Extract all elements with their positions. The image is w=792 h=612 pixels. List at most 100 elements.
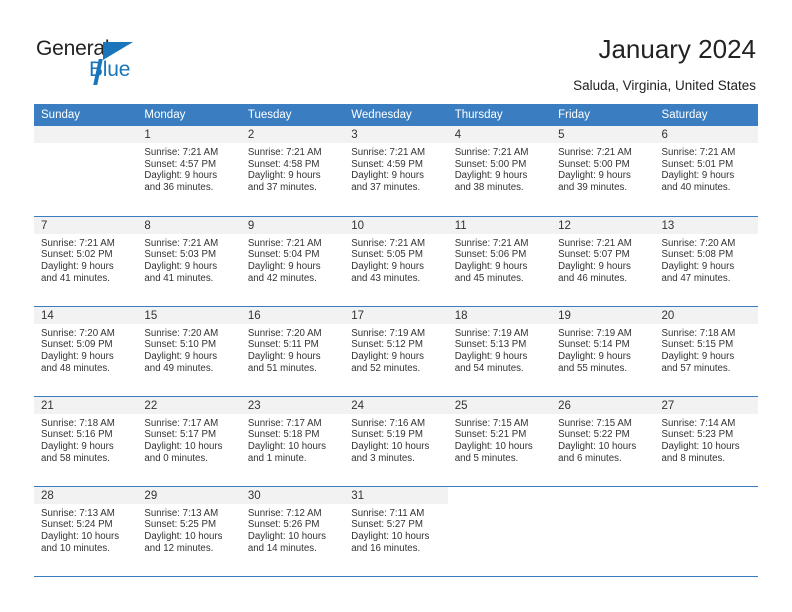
general-blue-logo: General Blue xyxy=(36,37,156,85)
sunrise-text: Sunrise: 7:21 AM xyxy=(247,147,322,158)
daylight-text-line1: Daylight: 9 hours xyxy=(351,260,424,272)
daylight-text-line2: and 40 minutes. xyxy=(661,182,731,194)
day-cell-details: Sunrise: 7:13 AM Sunset: 5:24 PM Daylight:… xyxy=(34,504,137,555)
calendar-day-cell[interactable]: 3 Sunrise: 7:21 AM Sunset: 4:59 PM Daylight… xyxy=(344,126,448,216)
sunset-text: Sunset: 5:19 PM xyxy=(351,429,423,441)
sunrise-text: Sunrise: 7:20 AM xyxy=(41,327,115,339)
daylight-text-line2: and 41 minutes. xyxy=(144,272,214,284)
day-cell-details: Sunrise: 7:21 AM Sunset: 5:01 PM Daylight:… xyxy=(655,143,758,194)
day-number: 26 xyxy=(551,396,655,414)
day-cell-details: Sunrise: 7:20 AM Sunset: 5:11 PM Daylight:… xyxy=(241,324,344,375)
sunrise-text: Sunrise: 7:15 AM xyxy=(558,417,632,429)
day-number: 21 xyxy=(34,396,138,414)
sunset-text: Sunset: 5:02 PM xyxy=(41,249,113,261)
day-number: 29 xyxy=(137,486,241,504)
day-number xyxy=(654,486,758,504)
calendar-day-cell[interactable]: 9 Sunrise: 7:21 AM Sunset: 5:04 PM Daylight… xyxy=(240,215,345,306)
day-cell-inner xyxy=(551,486,655,576)
calendar-day-cell[interactable]: 23 Sunrise: 7:17 AM Sunset: 5:18 PM Dayligh… xyxy=(240,395,345,486)
daylight-text-line2: and 38 minutes. xyxy=(454,182,524,194)
daylight-text-line2: and 42 minutes. xyxy=(247,272,317,284)
day-cell-details: Sunrise: 7:21 AM Sunset: 5:02 PM Daylight:… xyxy=(34,234,137,285)
day-cell-details: Sunrise: 7:21 AM Sunset: 5:00 PM Daylight:… xyxy=(448,143,551,194)
calendar-day-cell[interactable]: 10 Sunrise: 7:21 AM Sunset: 5:05 PM Dayligh… xyxy=(344,215,448,306)
calendar-day-cell[interactable]: 5 Sunrise: 7:21 AM Sunset: 5:00 PM Daylight… xyxy=(551,126,655,216)
day-cell-details: Sunrise: 7:19 AM Sunset: 5:14 PM Daylight:… xyxy=(551,324,654,375)
location-subtitle: Saluda, Virginia, United States xyxy=(573,78,756,93)
calendar-day-cell[interactable]: 19 Sunrise: 7:19 AM Sunset: 5:14 PM Dayligh… xyxy=(551,305,655,396)
sunset-text: Sunset: 5:25 PM xyxy=(144,519,217,531)
sunset-text: Sunset: 4:57 PM xyxy=(144,158,217,170)
day-cell-inner: 4 Sunrise: 7:21 AM Sunset: 5:00 PM Daylight… xyxy=(447,126,552,216)
calendar-day-cell[interactable]: 13 Sunrise: 7:20 AM Sunset: 5:08 PM Dayligh… xyxy=(654,215,758,306)
daylight-text-line1: Daylight: 9 hours xyxy=(144,260,218,272)
calendar-day-cell[interactable]: 27 Sunrise: 7:14 AM Sunset: 5:23 PM Dayligh… xyxy=(654,395,758,486)
calendar-day-cell[interactable]: 24 Sunrise: 7:16 AM Sunset: 5:19 PM Dayligh… xyxy=(344,395,448,486)
day-cell-details: Sunrise: 7:14 AM Sunset: 5:23 PM Daylight:… xyxy=(655,414,758,465)
sunset-text: Sunset: 5:13 PM xyxy=(454,339,527,351)
calendar-day-cell[interactable]: 21 Sunrise: 7:18 AM Sunset: 5:16 PM Dayligh… xyxy=(34,395,138,486)
calendar-day-cell[interactable]: 11 Sunrise: 7:21 AM Sunset: 5:06 PM Dayligh… xyxy=(447,215,552,306)
calendar-day-cell[interactable]: 18 Sunrise: 7:19 AM Sunset: 5:13 PM Dayligh… xyxy=(447,305,552,396)
day-cell-details: Sunrise: 7:19 AM Sunset: 5:12 PM Daylight:… xyxy=(344,324,447,375)
weekday-header-tuesday: Tuesday xyxy=(240,104,345,126)
day-number: 1 xyxy=(137,126,241,143)
day-cell-inner: 3 Sunrise: 7:21 AM Sunset: 4:59 PM Daylight… xyxy=(344,126,448,216)
sunset-text: Sunset: 5:03 PM xyxy=(144,249,217,261)
daylight-text-line1: Daylight: 9 hours xyxy=(454,350,528,362)
sunrise-text: Sunrise: 7:20 AM xyxy=(661,237,736,249)
weekday-header-friday: Friday xyxy=(551,104,655,126)
day-number: 30 xyxy=(240,486,345,504)
sunrise-text: Sunrise: 7:21 AM xyxy=(661,147,736,158)
day-number: 19 xyxy=(551,306,655,324)
sunset-text: Sunset: 5:16 PM xyxy=(41,429,113,441)
sunrise-text: Sunrise: 7:11 AM xyxy=(351,507,425,519)
calendar-week-row: 7 Sunrise: 7:21 AM Sunset: 5:02 PM Daylight… xyxy=(34,215,758,306)
calendar-day-cell[interactable]: 31 Sunrise: 7:11 AM Sunset: 5:27 PM Dayligh… xyxy=(344,485,448,577)
sunrise-text: Sunrise: 7:13 AM xyxy=(144,507,219,519)
daylight-text-line1: Daylight: 9 hours xyxy=(247,350,321,362)
sunrise-text: Sunrise: 7:21 AM xyxy=(454,237,529,249)
day-cell-inner: 7 Sunrise: 7:21 AM Sunset: 5:02 PM Daylight… xyxy=(34,216,138,306)
daylight-text-line2: and 43 minutes. xyxy=(351,272,421,284)
sunset-text: Sunset: 5:05 PM xyxy=(351,249,423,261)
calendar-day-cell[interactable]: 22 Sunrise: 7:17 AM Sunset: 5:17 PM Dayligh… xyxy=(137,395,241,486)
calendar-day-cell[interactable]: 2 Sunrise: 7:21 AM Sunset: 4:58 PM Daylight… xyxy=(240,126,345,216)
daylight-text-line1: Daylight: 9 hours xyxy=(558,260,631,272)
calendar-day-cell[interactable]: 15 Sunrise: 7:20 AM Sunset: 5:10 PM Dayligh… xyxy=(137,305,241,396)
calendar-day-cell[interactable]: 6 Sunrise: 7:21 AM Sunset: 5:01 PM Daylight… xyxy=(654,126,758,216)
daylight-text-line2: and 51 minutes. xyxy=(247,362,317,374)
sunset-text: Sunset: 5:10 PM xyxy=(144,339,217,351)
calendar-day-cell[interactable]: 12 Sunrise: 7:21 AM Sunset: 5:07 PM Dayligh… xyxy=(551,215,655,306)
sunset-text: Sunset: 5:23 PM xyxy=(661,429,734,441)
calendar-day-cell[interactable]: 7 Sunrise: 7:21 AM Sunset: 5:02 PM Daylight… xyxy=(34,215,138,306)
calendar-day-cell[interactable]: 17 Sunrise: 7:19 AM Sunset: 5:12 PM Dayligh… xyxy=(344,305,448,396)
daylight-text-line2: and 6 minutes. xyxy=(558,452,622,464)
calendar-day-cell[interactable]: 1 Sunrise: 7:21 AM Sunset: 4:57 PM Daylight… xyxy=(137,126,241,216)
sunset-text: Sunset: 5:08 PM xyxy=(661,249,734,261)
month-calendar-table: Sunday Monday Tuesday Wednesday Thursday… xyxy=(34,104,758,577)
calendar-day-cell[interactable]: 14 Sunrise: 7:20 AM Sunset: 5:09 PM Dayligh… xyxy=(34,305,138,396)
day-cell-inner: 6 Sunrise: 7:21 AM Sunset: 5:01 PM Daylight… xyxy=(654,126,758,216)
day-cell-details: Sunrise: 7:20 AM Sunset: 5:08 PM Daylight:… xyxy=(655,234,758,285)
daylight-text-line2: and 16 minutes. xyxy=(351,542,421,554)
sunrise-text: Sunrise: 7:20 AM xyxy=(144,327,219,339)
calendar-day-cell[interactable]: 29 Sunrise: 7:13 AM Sunset: 5:25 PM Dayligh… xyxy=(137,485,241,577)
calendar-body: 1 Sunrise: 7:21 AM Sunset: 4:57 PM Daylight… xyxy=(34,126,758,577)
calendar-page: General Blue January 2024 Saluda, Virgin… xyxy=(0,0,792,612)
sunset-text: Sunset: 5:04 PM xyxy=(247,249,320,261)
calendar-week-row: 28 Sunrise: 7:13 AM Sunset: 5:24 PM Dayligh… xyxy=(34,485,758,577)
day-number: 8 xyxy=(137,216,241,234)
calendar-day-cell[interactable]: 28 Sunrise: 7:13 AM Sunset: 5:24 PM Dayligh… xyxy=(34,485,138,577)
calendar-day-cell[interactable]: 4 Sunrise: 7:21 AM Sunset: 5:00 PM Daylight… xyxy=(447,126,552,216)
sunrise-text: Sunrise: 7:21 AM xyxy=(351,147,426,158)
calendar-day-cell[interactable]: 26 Sunrise: 7:15 AM Sunset: 5:22 PM Dayligh… xyxy=(551,395,655,486)
calendar-day-cell[interactable]: 25 Sunrise: 7:15 AM Sunset: 5:21 PM Dayligh… xyxy=(447,395,552,486)
calendar-day-cell[interactable]: 20 Sunrise: 7:18 AM Sunset: 5:15 PM Dayligh… xyxy=(654,305,758,396)
calendar-day-cell[interactable]: 16 Sunrise: 7:20 AM Sunset: 5:11 PM Dayligh… xyxy=(240,305,345,396)
daylight-text-line1: Daylight: 10 hours xyxy=(247,440,326,452)
calendar-day-cell[interactable]: 30 Sunrise: 7:12 AM Sunset: 5:26 PM Dayligh… xyxy=(240,485,345,577)
daylight-text-line2: and 45 minutes. xyxy=(454,272,524,284)
day-cell-inner: 28 Sunrise: 7:13 AM Sunset: 5:24 PM Dayligh… xyxy=(34,486,138,576)
calendar-day-cell[interactable]: 8 Sunrise: 7:21 AM Sunset: 5:03 PM Daylight… xyxy=(137,215,241,306)
